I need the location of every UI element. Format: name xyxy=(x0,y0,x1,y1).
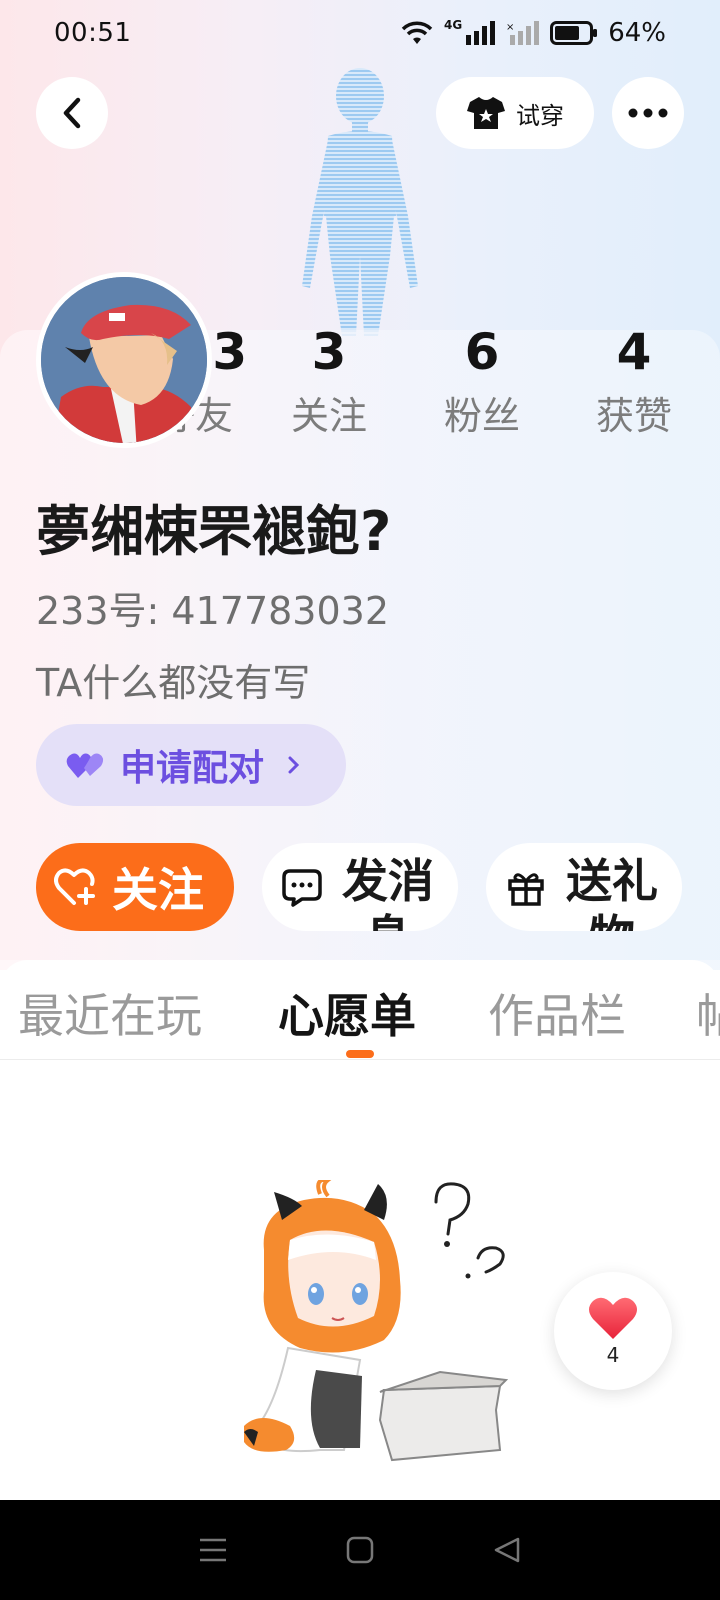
gift-icon xyxy=(508,873,544,906)
status-icons: 4G × 64% xyxy=(400,18,666,48)
avatar-3d-figure xyxy=(302,68,418,336)
stat-fans-value: 6 xyxy=(464,323,500,381)
signal-no-sim-icon: × xyxy=(506,21,540,45)
profile-nickname: 夢缃梀罘褪鉋? xyxy=(36,500,392,563)
stat-following-label: 关注 xyxy=(290,394,367,438)
more-dots-icon xyxy=(628,108,668,118)
profile-id: 233号: 417783032 xyxy=(36,589,390,633)
stat-fans[interactable]: 6 粉丝 xyxy=(417,318,547,446)
like-count: 4 xyxy=(606,1343,620,1367)
apply-pair-label: 申请配对 xyxy=(120,748,265,789)
heart-icon xyxy=(589,1297,637,1339)
stat-following[interactable]: 3 关注 xyxy=(264,318,394,446)
tab-divider xyxy=(0,1059,720,1060)
system-navigation-bar xyxy=(0,1500,720,1600)
empty-state-illustration xyxy=(244,1180,509,1462)
stat-likes-value: 4 xyxy=(616,323,652,381)
tab-wishlist[interactable]: 心愿单 xyxy=(278,980,416,1046)
send-gift-button[interactable]: 送礼物 xyxy=(486,843,682,931)
like-button[interactable]: 4 xyxy=(554,1272,672,1390)
battery-icon xyxy=(550,21,598,45)
more-button[interactable] xyxy=(612,77,684,149)
wifi-icon xyxy=(401,21,433,44)
follow-button[interactable]: 关注 xyxy=(36,843,234,931)
try-on-label: 试穿 xyxy=(516,101,564,130)
status-bar: 00:51 4G × 64% xyxy=(0,0,720,66)
stat-following-value: 3 xyxy=(311,323,347,381)
profile-bio: TA什么都没有写 xyxy=(36,661,311,705)
apply-pair-button[interactable]: 申请配对 xyxy=(36,724,346,806)
svg-text:×: × xyxy=(506,22,514,33)
tab-recently-played[interactable]: 最近在玩 xyxy=(18,980,202,1046)
try-on-button[interactable]: 试穿 xyxy=(436,77,594,149)
active-tab-indicator xyxy=(346,1050,374,1058)
back-triangle-icon[interactable] xyxy=(492,1535,522,1565)
double-heart-icon xyxy=(66,753,104,778)
chevron-right-icon xyxy=(288,756,300,774)
chat-bubble-icon xyxy=(282,869,322,907)
tshirt-icon xyxy=(467,97,505,129)
avatar[interactable] xyxy=(36,272,212,448)
follow-label: 关注 xyxy=(112,863,204,917)
tab-works[interactable]: 作品栏 xyxy=(488,980,626,1046)
tab-bar: 最近在玩 心愿单 作品栏 帖 xyxy=(0,960,720,1060)
signal-icon xyxy=(466,21,496,45)
status-time: 00:51 xyxy=(54,18,132,48)
home-icon[interactable] xyxy=(345,1535,375,1565)
network-type: 4G xyxy=(444,18,463,32)
menu-icon[interactable] xyxy=(198,1536,228,1564)
chevron-left-icon xyxy=(63,97,81,129)
stat-fans-label: 粉丝 xyxy=(443,394,520,438)
stat-likes[interactable]: 4 获赞 xyxy=(569,318,699,446)
send-gift-label: 送礼物 xyxy=(566,854,658,931)
battery-percent: 64% xyxy=(608,18,666,48)
send-message-label: 发消息 xyxy=(342,854,434,931)
heart-plus-icon xyxy=(54,868,95,905)
send-message-button[interactable]: 发消息 xyxy=(262,843,458,931)
stat-likes-label: 获赞 xyxy=(595,394,672,438)
tab-posts[interactable]: 帖 xyxy=(696,980,720,1046)
back-button[interactable] xyxy=(36,77,108,149)
